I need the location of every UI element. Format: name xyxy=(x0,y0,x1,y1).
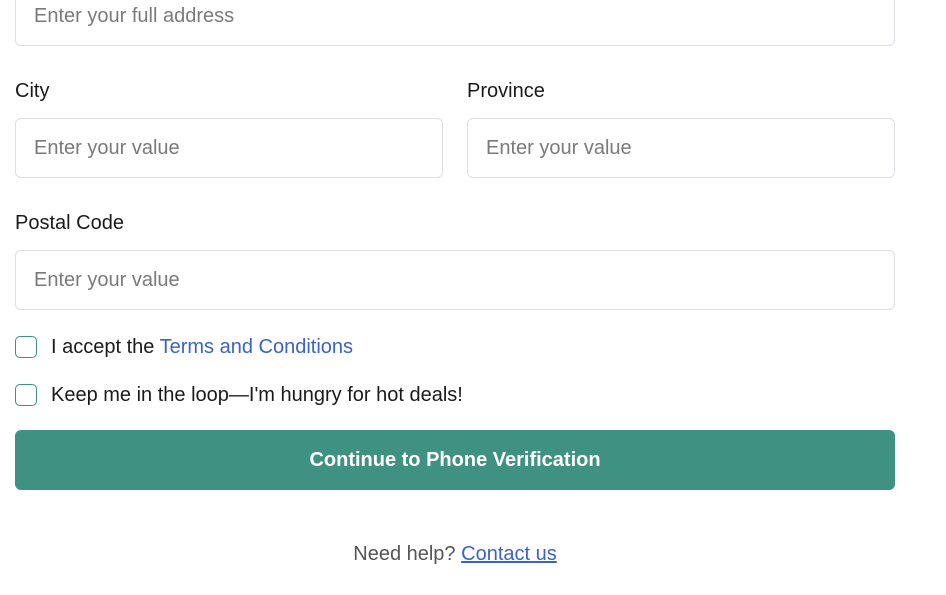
terms-row: I accept the Terms and Conditions xyxy=(15,334,353,360)
continue-to-phone-verification-button[interactable]: Continue to Phone Verification xyxy=(15,430,895,490)
newsletter-label: Keep me in the loop—I'm hungry for hot d… xyxy=(51,384,463,406)
terms-link[interactable]: Terms and Conditions xyxy=(160,336,353,358)
help-text: Need help? Contact us xyxy=(15,541,895,567)
province-label: Province xyxy=(467,80,545,102)
city-input[interactable] xyxy=(15,118,443,178)
postal-code-label: Postal Code xyxy=(15,212,124,234)
terms-label: I accept the Terms and Conditions xyxy=(51,335,353,359)
address-form-page: City Province Postal Code I accept the T… xyxy=(0,0,946,595)
address-input[interactable] xyxy=(15,0,895,46)
contact-us-link[interactable]: Contact us xyxy=(461,543,557,565)
newsletter-checkbox[interactable] xyxy=(15,384,37,406)
terms-prefix: I accept the xyxy=(51,336,155,358)
help-prefix: Need help? xyxy=(353,543,456,565)
city-label: City xyxy=(15,80,50,102)
terms-checkbox[interactable] xyxy=(15,336,37,358)
province-input[interactable] xyxy=(467,118,895,178)
postal-code-input[interactable] xyxy=(15,250,895,310)
newsletter-row: Keep me in the loop—I'm hungry for hot d… xyxy=(15,382,463,408)
